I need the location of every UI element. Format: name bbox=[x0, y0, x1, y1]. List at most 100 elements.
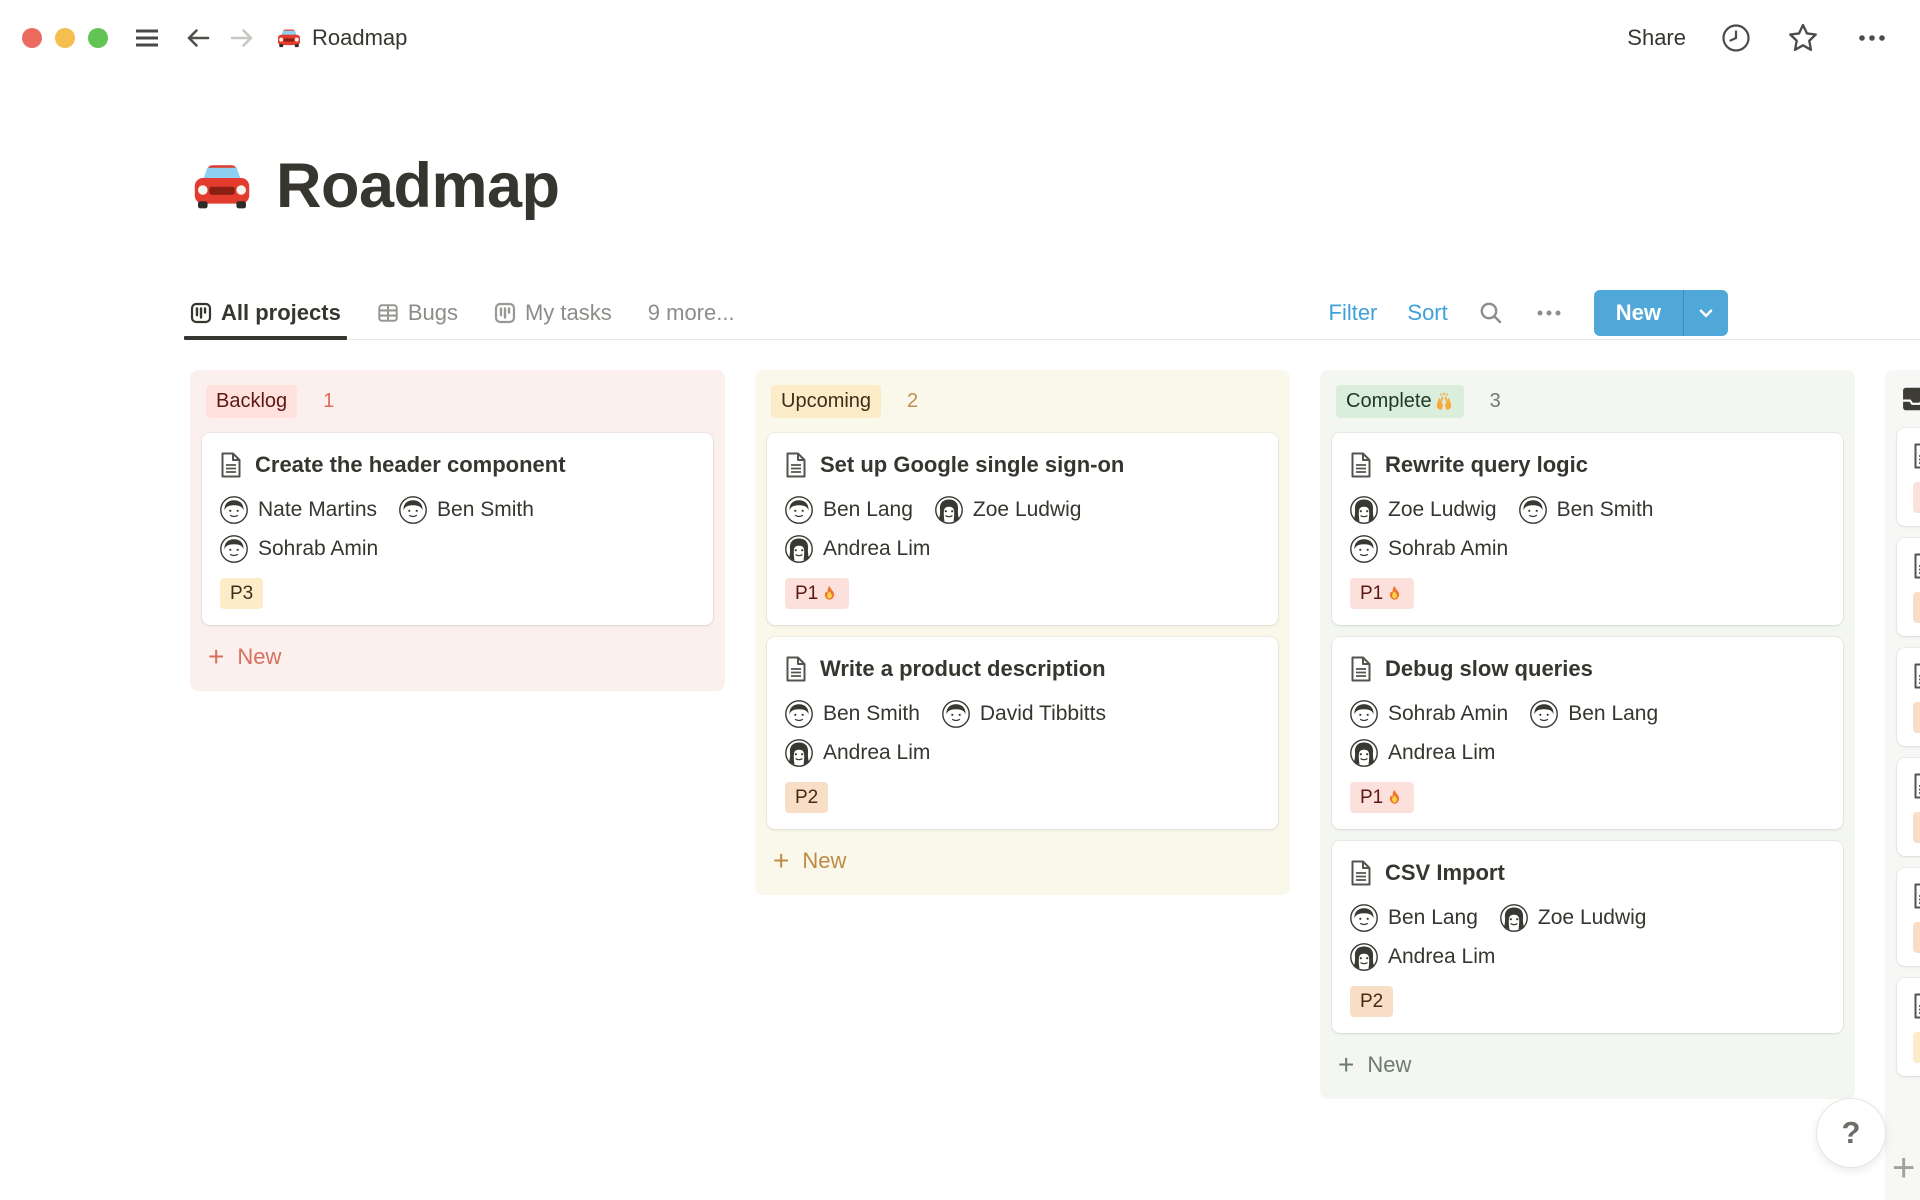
assignee[interactable]: Zoe Ludwig bbox=[935, 496, 1082, 524]
assignee[interactable]: Andrea Lim bbox=[785, 739, 930, 767]
back-button[interactable] bbox=[182, 22, 214, 54]
kanban-card[interactable]: Write a product description Ben Smith Da… bbox=[767, 637, 1278, 829]
view-bar: All projects Bugs My tasks 9 more... Fil… bbox=[184, 287, 1920, 340]
priority-tag[interactable]: P2 bbox=[1913, 812, 1920, 843]
kanban-card[interactable]: P2 bbox=[1897, 648, 1920, 746]
plus-icon: + bbox=[1338, 1049, 1355, 1080]
view-tab[interactable]: All projects bbox=[184, 287, 347, 340]
priority-tag[interactable]: P2 bbox=[1913, 922, 1920, 953]
kanban-card[interactable]: P2 bbox=[1897, 868, 1920, 966]
assignee[interactable]: Ben Lang bbox=[1350, 904, 1478, 932]
assignee[interactable]: Ben Lang bbox=[1530, 700, 1658, 728]
kanban-card[interactable]: Debug slow queries Sohrab Amin Ben Lang … bbox=[1332, 637, 1843, 829]
assignee[interactable]: Zoe Ludwig bbox=[1500, 904, 1647, 932]
close-window-button[interactable] bbox=[22, 28, 42, 48]
column-cards: Create the header component Nate Martins… bbox=[202, 433, 713, 625]
filter-button[interactable]: Filter bbox=[1329, 300, 1378, 326]
assignee[interactable]: Andrea Lim bbox=[1350, 943, 1495, 971]
kanban-card[interactable]: Set up Google single sign-on Ben Lang Zo… bbox=[767, 433, 1278, 625]
priority-tag[interactable]: P3 bbox=[220, 578, 264, 609]
sidebar-toggle-button[interactable] bbox=[132, 23, 162, 53]
chevron-down-icon[interactable] bbox=[1684, 290, 1728, 336]
column-header[interactable]: Upcoming 2 bbox=[767, 382, 1278, 433]
column-header[interactable] bbox=[1897, 382, 1920, 428]
assignee-name: Andrea Lim bbox=[823, 741, 931, 764]
kanban-card[interactable]: P1 bbox=[1897, 428, 1920, 526]
kanban-card[interactable]: P3 bbox=[1897, 978, 1920, 1076]
sort-button[interactable]: Sort bbox=[1407, 300, 1447, 326]
view-options-icon[interactable] bbox=[1534, 300, 1564, 326]
assignee-row: Ben Smith David Tibbitts bbox=[785, 700, 1260, 728]
add-card-button[interactable]: + New bbox=[1332, 1047, 1843, 1087]
view-tab-icon bbox=[377, 302, 399, 324]
view-tab-label: All projects bbox=[221, 300, 341, 325]
share-button[interactable]: Share bbox=[1627, 25, 1686, 51]
assignee[interactable]: Zoe Ludwig bbox=[1350, 496, 1497, 524]
assignee[interactable]: Ben Smith bbox=[785, 700, 920, 728]
assignee[interactable]: Nate Martins bbox=[220, 496, 377, 524]
help-button[interactable]: ? bbox=[1817, 1099, 1885, 1167]
column-header[interactable]: Backlog 1 bbox=[202, 382, 713, 433]
card-title-row: Debug slow queries bbox=[1350, 655, 1825, 683]
assignee[interactable]: David Tibbitts bbox=[941, 700, 1106, 728]
assignee[interactable]: Sohrab Amin bbox=[220, 535, 378, 563]
view-tab[interactable]: My tasks bbox=[494, 287, 612, 339]
assignee[interactable]: Andrea Lim bbox=[785, 535, 930, 563]
column-header[interactable]: Complete 3 bbox=[1332, 382, 1843, 433]
new-button-partial[interactable]: + bbox=[1892, 1146, 1915, 1191]
card-assignees: Nate Martins Ben Smith Sohrab Amin bbox=[220, 496, 695, 563]
priority-tag[interactable]: P2 bbox=[1913, 702, 1920, 733]
priority-tag-text: P2 bbox=[795, 787, 819, 808]
new-button[interactable]: New bbox=[1593, 290, 1728, 336]
assignee[interactable]: Ben Lang bbox=[785, 496, 913, 524]
updates-clock-icon[interactable] bbox=[1720, 22, 1752, 54]
card-title-text: CSV Import bbox=[1385, 860, 1505, 885]
forward-button[interactable] bbox=[226, 22, 258, 54]
add-card-button[interactable]: + New bbox=[202, 639, 713, 679]
avatar bbox=[220, 535, 248, 563]
priority-tag-text: P3 bbox=[230, 583, 254, 604]
kanban-card[interactable]: Rewrite query logic Zoe Ludwig Ben Smith… bbox=[1332, 433, 1843, 625]
breadcrumb-current-page[interactable]: Roadmap bbox=[276, 25, 407, 51]
priority-tag[interactable]: P2 bbox=[1913, 592, 1920, 623]
zoom-window-button[interactable] bbox=[88, 28, 108, 48]
priority-tag[interactable]: P2 bbox=[1350, 986, 1394, 1017]
view-tab-label: Bugs bbox=[407, 300, 458, 325]
more-options-icon[interactable] bbox=[1854, 22, 1890, 54]
favorite-star-icon[interactable] bbox=[1786, 21, 1820, 55]
avatar bbox=[1500, 904, 1528, 932]
kanban-card[interactable]: P2 bbox=[1897, 538, 1920, 636]
assignee-row: Sohrab Amin Ben Lang bbox=[1350, 700, 1825, 728]
avatar bbox=[785, 739, 813, 767]
add-card-label: New bbox=[1367, 1052, 1412, 1077]
search-icon[interactable] bbox=[1478, 300, 1504, 326]
priority-tag[interactable]: P1 bbox=[785, 578, 850, 609]
priority-tag[interactable]: P1 bbox=[1913, 482, 1920, 513]
assignee[interactable]: Sohrab Amin bbox=[1350, 700, 1508, 728]
card-tag-row: P3 bbox=[220, 578, 695, 609]
assignee[interactable]: Sohrab Amin bbox=[1350, 535, 1508, 563]
kanban-card[interactable]: P2 bbox=[1897, 758, 1920, 856]
card-tag-row: P2 bbox=[1350, 986, 1825, 1017]
assignee-name: Ben Lang bbox=[1388, 906, 1478, 929]
minimize-window-button[interactable] bbox=[55, 28, 75, 48]
priority-tag[interactable]: P1 bbox=[1350, 782, 1415, 813]
priority-tag[interactable]: P2 bbox=[785, 782, 829, 813]
card-title-text: Rewrite query logic bbox=[1385, 452, 1588, 477]
board-column: Complete 3 Rewrite query logic Zoe Ludwi… bbox=[1320, 370, 1855, 1099]
view-tabs: All projects Bugs My tasks 9 more... bbox=[184, 287, 735, 340]
assignee[interactable]: Ben Smith bbox=[399, 496, 534, 524]
card-assignees: Ben Lang Zoe Ludwig Andrea Lim bbox=[785, 496, 1260, 563]
view-controls: Filter Sort New bbox=[1329, 287, 1920, 339]
add-card-button[interactable]: + New bbox=[767, 843, 1278, 883]
priority-tag[interactable]: P3 bbox=[1913, 1032, 1920, 1063]
assignee[interactable]: Ben Smith bbox=[1518, 496, 1653, 524]
new-button-label[interactable]: New bbox=[1594, 290, 1683, 336]
priority-tag[interactable]: P1 bbox=[1350, 578, 1415, 609]
kanban-card[interactable]: CSV Import Ben Lang Zoe Ludwig Andrea Li… bbox=[1332, 841, 1843, 1033]
view-tab[interactable]: Bugs bbox=[377, 287, 458, 339]
view-tab[interactable]: 9 more... bbox=[648, 287, 735, 339]
kanban-card[interactable]: Create the header component Nate Martins… bbox=[202, 433, 713, 625]
assignee[interactable]: Andrea Lim bbox=[1350, 739, 1495, 767]
priority-tag-text: P1 bbox=[795, 583, 819, 604]
